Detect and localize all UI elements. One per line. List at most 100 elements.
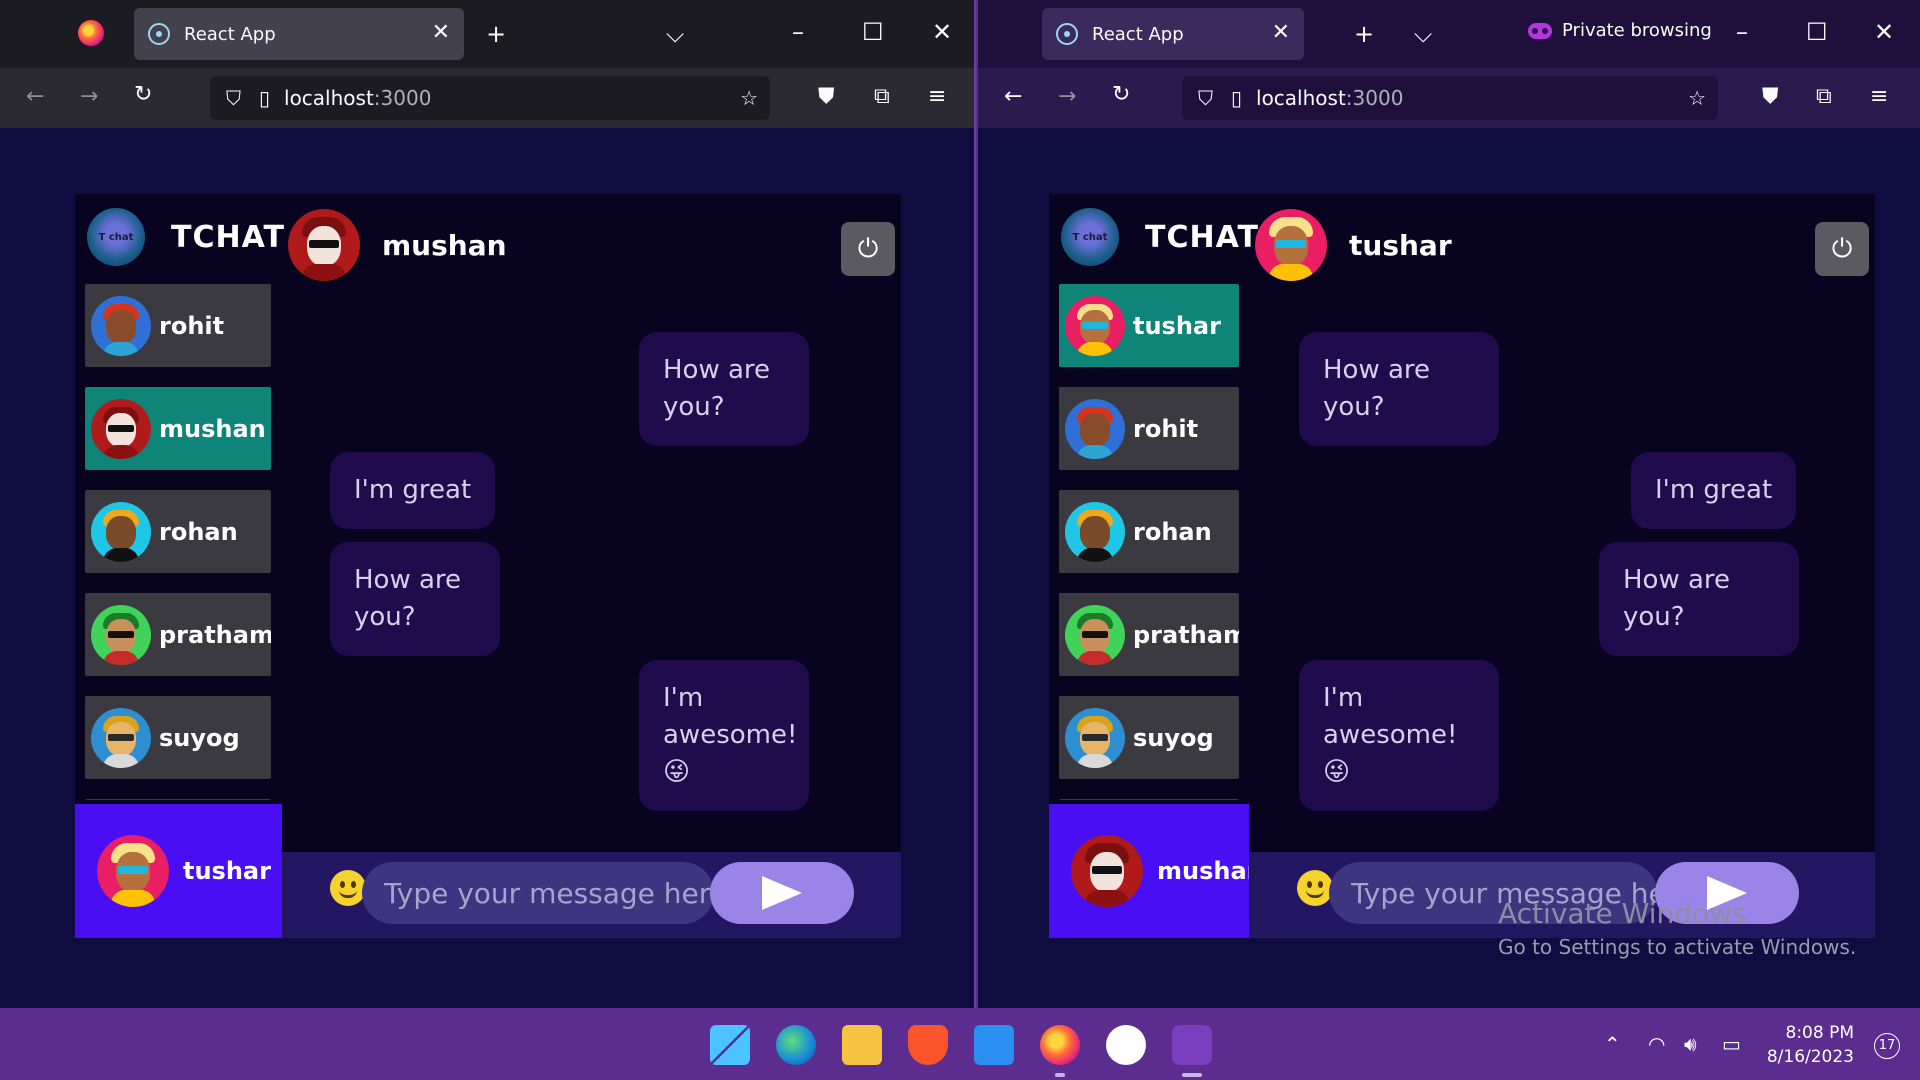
tab-title: React App xyxy=(1092,23,1184,45)
current-user-panel: mushan xyxy=(1049,804,1264,938)
list-tabs-chevron-icon[interactable]: ⌵ xyxy=(666,22,684,46)
reload-icon[interactable]: ↻ xyxy=(134,84,152,106)
message-list: How are you? I'm great How are you? I'm … xyxy=(1249,304,1875,814)
contact-item[interactable] xyxy=(1059,799,1239,800)
contact-name: rohan xyxy=(1133,517,1212,546)
contact-item[interactable]: rohan xyxy=(85,490,271,573)
close-window-button[interactable]: ✕ xyxy=(932,20,952,44)
page-viewport: T chat TCHAT tushar rohit rohan pratham … xyxy=(978,128,1920,1008)
shield-icon[interactable]: ⛉ xyxy=(226,86,241,110)
send-button[interactable] xyxy=(710,862,854,924)
contact-item[interactable]: rohit xyxy=(1059,387,1239,470)
back-arrow-icon[interactable]: ← xyxy=(1004,86,1022,108)
contact-name: tushar xyxy=(1133,311,1221,340)
minimize-button[interactable]: – xyxy=(1736,20,1748,44)
contact-item[interactable]: rohan xyxy=(1059,490,1239,573)
contact-item[interactable]: suyog xyxy=(85,696,271,779)
close-window-button[interactable]: ✕ xyxy=(1874,20,1894,44)
avatar xyxy=(91,501,151,562)
message-composer xyxy=(282,852,901,938)
message-input[interactable] xyxy=(362,862,714,924)
taskbar: ⌃ ◠ 🔊︎ ▭ 8:08 PM 8/16/2023 17 xyxy=(0,1010,1920,1080)
close-tab-icon[interactable]: ✕ xyxy=(432,20,450,45)
tab-react-app[interactable]: React App ✕ xyxy=(134,8,464,60)
contact-name: suyog xyxy=(1133,723,1214,752)
bookmark-star-icon[interactable]: ☆ xyxy=(1688,86,1706,110)
back-arrow-icon[interactable]: ← xyxy=(26,86,44,108)
private-browsing-label: Private browsing xyxy=(1562,20,1712,41)
logout-power-icon[interactable]: ⏻ xyxy=(1815,222,1869,276)
pocket-icon[interactable]: ⛊ xyxy=(1762,86,1779,108)
brand: T chat TCHAT xyxy=(1061,208,1259,266)
pocket-icon[interactable]: ⛊ xyxy=(818,86,835,108)
avatar xyxy=(1071,835,1143,907)
chat-partner-name: mushan xyxy=(382,228,507,262)
brand-name: TCHAT xyxy=(171,219,285,255)
forward-arrow-icon[interactable]: → xyxy=(1058,86,1076,108)
react-icon xyxy=(1056,23,1078,45)
maximize-button[interactable]: ☐ xyxy=(862,20,884,44)
new-tab-button[interactable]: + xyxy=(1354,22,1374,46)
avatar xyxy=(288,209,360,281)
forward-arrow-icon[interactable]: → xyxy=(80,86,98,108)
start-windows-icon[interactable] xyxy=(710,1025,750,1065)
contact-name: mushan xyxy=(159,414,266,443)
mongodb-compass-icon[interactable] xyxy=(1106,1025,1146,1065)
browser-window-left: React App ✕ + ⌵ – ☐ ✕ ← → ↻ ⛉ ▯ localhos… xyxy=(0,0,976,1008)
contact-item[interactable]: pratham xyxy=(1059,593,1239,676)
logout-power-icon[interactable]: ⏻ xyxy=(841,222,895,276)
maximize-button[interactable]: ☐ xyxy=(1806,20,1828,44)
emoji-picker-icon[interactable] xyxy=(1297,870,1333,906)
list-tabs-chevron-icon[interactable]: ⌵ xyxy=(1414,22,1432,46)
private-browsing-indicator: Private browsing xyxy=(1528,20,1712,41)
volume-icon[interactable]: 🔊︎ xyxy=(1684,1032,1697,1056)
message-bubble: How are you? xyxy=(639,332,809,446)
bookmark-star-icon[interactable]: ☆ xyxy=(740,86,758,110)
desktop: React App ✕ + ⌵ – ☐ ✕ ← → ↻ ⛉ ▯ localhos… xyxy=(0,0,1920,1010)
url-host: localhost xyxy=(1256,86,1346,110)
tray-chevron-up-icon[interactable]: ⌃ xyxy=(1604,1032,1621,1056)
brave-icon[interactable] xyxy=(908,1025,948,1065)
message-bubble: I'm great xyxy=(1631,452,1797,529)
emoji-picker-icon[interactable] xyxy=(330,870,366,906)
menu-icon[interactable]: ≡ xyxy=(1870,86,1888,108)
contact-item[interactable]: tushar xyxy=(1059,284,1239,367)
url-bar[interactable]: ⛉ ▯ localhost:3000 ☆ xyxy=(210,76,770,120)
contact-item[interactable]: suyog xyxy=(1059,696,1239,779)
contact-item[interactable]: rohit xyxy=(85,284,271,367)
battery-icon[interactable]: ▭ xyxy=(1722,1032,1741,1056)
activate-windows-subtitle: Go to Settings to activate Windows. xyxy=(1498,935,1857,959)
contact-name: rohan xyxy=(159,517,238,546)
close-tab-icon[interactable]: ✕ xyxy=(1272,20,1290,45)
file-explorer-icon[interactable] xyxy=(842,1025,882,1065)
firefox-private-icon[interactable] xyxy=(1172,1025,1212,1077)
tab-title: React App xyxy=(184,23,276,45)
menu-icon[interactable]: ≡ xyxy=(928,86,946,108)
new-tab-button[interactable]: + xyxy=(486,22,506,46)
contact-item[interactable] xyxy=(85,799,271,800)
contact-item[interactable]: mushan xyxy=(85,387,271,470)
firefox-icon[interactable] xyxy=(1040,1025,1080,1077)
tab-react-app[interactable]: React App ✕ xyxy=(1042,8,1304,60)
chat-header: tushar xyxy=(1249,208,1875,282)
shield-icon[interactable]: ⛉ xyxy=(1198,86,1213,110)
extensions-icon[interactable]: ⧉ xyxy=(874,86,890,108)
contact-name: rohit xyxy=(159,311,225,340)
contact-list[interactable]: tushar rohit rohan pratham suyog xyxy=(1059,284,1239,800)
vscode-icon[interactable] xyxy=(974,1025,1014,1065)
system-clock[interactable]: 8:08 PM 8/16/2023 xyxy=(1767,1021,1854,1069)
extensions-icon[interactable]: ⧉ xyxy=(1816,86,1832,108)
contact-item[interactable]: pratham xyxy=(85,593,271,676)
url-bar[interactable]: ⛉ ▯ localhost:3000 ☆ xyxy=(1182,76,1718,120)
reload-icon[interactable]: ↻ xyxy=(1112,84,1130,106)
tab-bar: React App ✕ + ⌵ – ☐ ✕ xyxy=(0,0,974,68)
avatar xyxy=(1065,604,1125,665)
wifi-icon[interactable]: ◠ xyxy=(1648,1032,1665,1056)
sidebar: T chat TCHAT tushar rohit rohan pratham … xyxy=(1049,194,1264,938)
browser-window-right: React App ✕ + ⌵ Private browsing – ☐ ✕ ←… xyxy=(978,0,1920,1008)
notification-badge[interactable]: 17 xyxy=(1874,1033,1900,1059)
avatar xyxy=(91,398,151,459)
edge-icon[interactable] xyxy=(776,1025,816,1065)
minimize-button[interactable]: – xyxy=(792,20,804,44)
contact-list[interactable]: rohit mushan rohan pratham suyog xyxy=(85,284,271,800)
